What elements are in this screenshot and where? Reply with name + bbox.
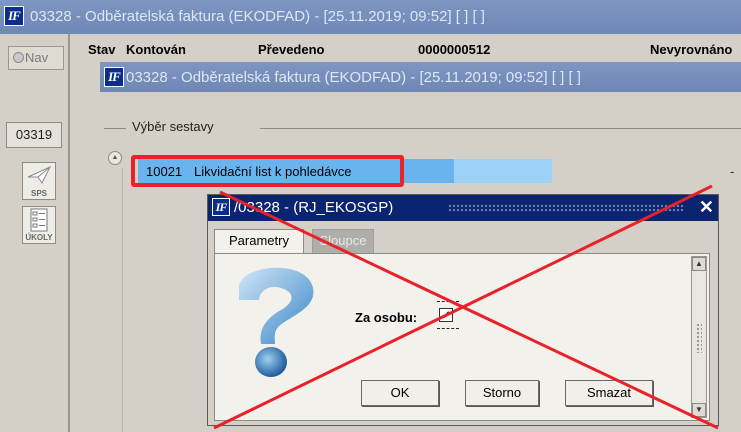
- form-title: 03328 - Odběratelská faktura (EKODFAD) -…: [126, 69, 581, 86]
- tab-parametry[interactable]: Parametry: [214, 229, 304, 253]
- sps-label: SPS: [30, 189, 47, 198]
- close-icon[interactable]: ✕: [699, 197, 714, 218]
- record-code-box[interactable]: 03319: [6, 122, 62, 148]
- record-header: Stav Kontován Převedeno 0000000512 Nevyr…: [72, 34, 741, 62]
- scroll-up-icon[interactable]: ▲: [692, 257, 706, 271]
- app-logo-icon: IF: [4, 6, 24, 26]
- ukoly-label: ÚKOLY: [25, 233, 53, 242]
- window-titlebar[interactable]: IF 03328 - Odběratelská faktura (EKODFAD…: [0, 0, 741, 34]
- header-status: Nevyrovnáno: [650, 42, 733, 57]
- form-logo-icon: IF: [104, 67, 124, 87]
- tab-sloupce[interactable]: Sloupce: [312, 229, 374, 253]
- group-divider: [104, 128, 126, 129]
- smazat-button[interactable]: Smazat: [565, 380, 653, 406]
- radio-dot-icon: [13, 52, 24, 63]
- header-prevedeno: Převedeno: [258, 42, 325, 57]
- dialog-scrollbar[interactable]: ▲ ▼: [691, 256, 707, 418]
- annotation-highlight-box: [131, 155, 404, 187]
- dialog-title: /03328 - (RJ_EKOSGP): [234, 199, 394, 216]
- list-item-highlight[interactable]: [454, 159, 552, 183]
- scroll-down-icon[interactable]: ▼: [692, 403, 706, 417]
- ok-button[interactable]: OK: [361, 380, 439, 406]
- group-label: Výběr sestavy: [132, 119, 214, 134]
- group-divider: [260, 128, 741, 129]
- header-number: 0000000512: [418, 42, 491, 57]
- focus-dash: [437, 301, 459, 302]
- ukoly-button[interactable]: ÚKOLY: [22, 206, 56, 244]
- scroll-grip[interactable]: [696, 323, 702, 353]
- left-sidebar: Nav 03319 SPS ÚKOLY: [0, 34, 70, 432]
- question-mark-icon: [239, 267, 314, 377]
- header-stav: Stav: [88, 42, 116, 57]
- paper-plane-icon: [27, 165, 52, 184]
- tree-line: [122, 168, 123, 432]
- dialog-titlebar[interactable]: IF /03328 - (RJ_EKOSGP) ✕: [208, 195, 718, 221]
- dialog-logo-icon: IF: [212, 198, 230, 216]
- nav-label: Nav: [25, 50, 49, 65]
- window-title: 03328 - Odběratelská faktura (EKODFAD) -…: [30, 8, 485, 25]
- focus-dash: [437, 328, 459, 329]
- titlebar-drag-pattern: [448, 204, 684, 212]
- collapse-up-icon[interactable]: ▲: [108, 151, 122, 165]
- task-list-icon: [30, 208, 48, 232]
- za-osobu-label: Za osobu:: [355, 310, 418, 325]
- parameters-panel: Za osobu: ✓ OK Storno Smazat ▲ ▼: [214, 253, 710, 421]
- header-kontovan: Kontován: [126, 42, 186, 57]
- sps-button[interactable]: SPS: [22, 162, 56, 200]
- nav-button[interactable]: Nav: [8, 46, 64, 70]
- form-titlebar[interactable]: IF 03328 - Odběratelská faktura (EKODFAD…: [100, 62, 741, 92]
- parameters-dialog: IF /03328 - (RJ_EKOSGP) ✕ Parametry Slou…: [207, 194, 719, 426]
- za-osobu-checkbox[interactable]: ✓: [439, 308, 453, 322]
- storno-button[interactable]: Storno: [465, 380, 539, 406]
- row-dash: -: [730, 164, 735, 179]
